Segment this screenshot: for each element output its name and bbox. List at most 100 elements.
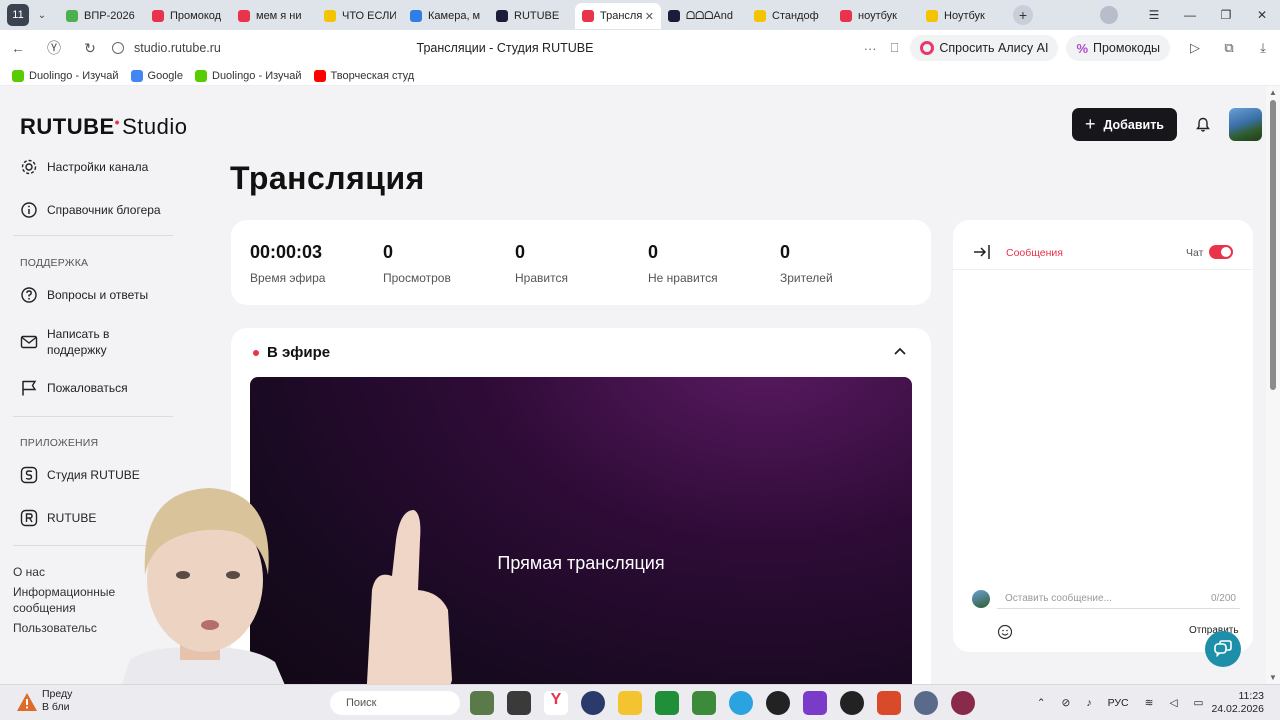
tab-title: Трансля [600, 10, 642, 22]
bell-icon[interactable] [1195, 117, 1211, 133]
close-window-button[interactable]: ✕ [1244, 8, 1280, 22]
browser-tab[interactable]: Камера, м [403, 3, 489, 29]
sidebar-item-faq[interactable]: Вопросы и ответы [0, 284, 190, 306]
taskbar-app-minecraft-icon[interactable] [692, 691, 716, 715]
site-info-icon[interactable] [112, 42, 124, 54]
alice-button[interactable]: Спросить Алису AI [910, 35, 1059, 61]
video-player[interactable]: Прямая трансляция [250, 377, 912, 684]
tray-volume-icon[interactable]: ◁ [1169, 697, 1177, 709]
tray-clock[interactable]: 11:23 24.02.2026 [1211, 690, 1264, 716]
browser-tab[interactable]: Ноутбук [919, 3, 1005, 29]
tray-wifi-icon[interactable]: ≋ [1145, 697, 1154, 709]
sidebar-item-rutube-app[interactable]: RUTUBE [0, 507, 190, 529]
weather-line-2: В бли [42, 701, 70, 713]
taskbar-search[interactable]: Поиск [330, 691, 460, 715]
avatar[interactable] [1229, 108, 1262, 141]
scroll-up-icon[interactable]: ▲ [1269, 88, 1277, 97]
back-button[interactable]: ← [0, 40, 36, 56]
chevron-down-icon[interactable]: ⌄ [33, 10, 51, 21]
chevron-up-icon[interactable] [893, 344, 907, 358]
sidebar: Настройки канала Справочник блогера ПОДД… [0, 156, 190, 636]
taskbar-app-yandex-icon[interactable]: Y [544, 691, 568, 715]
restore-button[interactable]: ❐ [1208, 8, 1244, 22]
sidebar-item-blogger-guide[interactable]: Справочник блогера [0, 199, 190, 221]
page-scrollbar[interactable]: ▲ ▼ [1266, 86, 1280, 684]
sidebar-item-studio-app[interactable]: Студия RUTUBE [0, 464, 190, 486]
reload-button[interactable]: ↻ [72, 40, 108, 57]
taskbar-app-editor-icon[interactable] [803, 691, 827, 715]
taskbar-app-alien-icon[interactable] [766, 691, 790, 715]
window-controls: ☰ — ❐ ✕ [1100, 0, 1280, 30]
browser-tab[interactable]: ЧТО ЕСЛИ [317, 3, 403, 29]
browser-tab[interactable]: ВПР-2026 [59, 3, 145, 29]
menu-icon[interactable]: ☰ [1136, 8, 1172, 22]
weather-warning-icon[interactable] [16, 691, 38, 713]
url-field[interactable]: studio.rutube.ru [112, 41, 382, 55]
browser-tab[interactable]: ноутбук [833, 3, 919, 29]
bookmark-icon[interactable]: ⎕ [891, 40, 899, 56]
download-icon[interactable]: ⤓ [1246, 40, 1280, 56]
sidebar-item-channel-settings[interactable]: Настройки канала [0, 156, 190, 178]
more-icon[interactable]: ··· [864, 41, 877, 56]
browser-tab[interactable]: мем я ни [231, 3, 317, 29]
rutube-studio-logo[interactable]: RUTUBE•Studio [20, 114, 187, 140]
taskbar-app-window-icon[interactable] [507, 691, 531, 715]
collapse-chat-icon[interactable] [973, 244, 991, 260]
tray-language[interactable]: РУС [1108, 697, 1129, 709]
tab-messages[interactable]: Сообщения [1006, 247, 1063, 259]
sidebar-item-contact-support[interactable]: Написать в поддержку [0, 324, 190, 360]
emoji-icon[interactable] [997, 624, 1013, 640]
taskbar-app-xbox-icon[interactable] [655, 691, 679, 715]
sidebar-item-report[interactable]: Пожаловаться [0, 377, 190, 399]
chat-toggle[interactable] [1209, 245, 1233, 259]
chat-toggle-label: Чат [1186, 247, 1204, 259]
sidebar-item-label: Студия RUTUBE [47, 468, 140, 482]
bookmark-item[interactable]: Duolingo - Изучай [12, 69, 119, 82]
taskbar-app-settings-icon[interactable] [914, 691, 938, 715]
tray-battery-icon[interactable]: ▭ [1194, 697, 1204, 709]
new-tab-button[interactable]: + [1013, 5, 1033, 25]
live-header: В эфире [253, 344, 330, 361]
taskbar-app-powerpoint-icon[interactable] [877, 691, 901, 715]
support-chat-button[interactable] [1205, 631, 1241, 667]
browser-tab[interactable]: Стандоф [747, 3, 833, 29]
tray-expand-icon[interactable]: ⌃ [1037, 697, 1046, 709]
minimize-button[interactable]: — [1172, 8, 1208, 22]
add-button[interactable]: + Добавить [1071, 108, 1177, 141]
tab-title: ᗝᗝᗝAnd [686, 9, 733, 22]
scrollbar-thumb[interactable] [1270, 100, 1276, 390]
browser-tab[interactable]: ᗝᗝᗝAnd [661, 3, 747, 29]
browser-tab[interactable]: Промокод [145, 3, 231, 29]
footer-link-info[interactable]: Информационные сообщения [0, 584, 120, 616]
scroll-down-icon[interactable]: ▼ [1269, 673, 1277, 682]
media-icon[interactable]: ▷ [1178, 40, 1212, 56]
taskbar-app-obs-icon[interactable] [951, 691, 975, 715]
info-icon [21, 202, 37, 218]
weather-text[interactable]: Преду В бли [42, 688, 72, 714]
mail-icon [20, 335, 38, 349]
browser-tab-active[interactable]: Трансля ✕ [575, 3, 661, 29]
tray-network-off-icon[interactable]: ⊘ [1062, 697, 1071, 709]
chat-message-input[interactable]: Оставить сообщение... 0/200 [997, 585, 1240, 609]
bookmark-item[interactable]: Duolingo - Изучай [195, 69, 302, 82]
tray-mic-icon[interactable]: ♪ [1086, 697, 1091, 709]
taskbar-app-game-icon[interactable] [470, 691, 494, 715]
taskbar-app-folder-icon[interactable] [618, 691, 642, 715]
bookmark-item[interactable]: Творческая студ [313, 69, 414, 82]
footer-link-terms[interactable]: Пользовательс [0, 620, 190, 636]
sidebar-section-support: ПОДДЕРЖКА [20, 257, 89, 269]
browser-tab[interactable]: RUTUBE [489, 3, 575, 29]
bookmark-item[interactable]: Google [130, 69, 183, 82]
taskbar-app-player-icon[interactable] [840, 691, 864, 715]
workspace-icon[interactable]: 11 [7, 4, 29, 26]
footer-link-about[interactable]: О нас [0, 564, 190, 580]
rutube-app-icon [20, 509, 38, 527]
promo-button[interactable]: % Промокоды [1066, 35, 1170, 61]
yandex-home-button[interactable]: Ⓨ [36, 38, 72, 58]
taskbar-app-telegram-icon[interactable] [729, 691, 753, 715]
tab-close-icon[interactable]: ✕ [645, 10, 654, 23]
taskbar-app-vpn-icon[interactable] [581, 691, 605, 715]
extensions-icon[interactable]: ⧉ [1212, 40, 1246, 56]
clock-date: 24.02.2026 [1211, 703, 1264, 715]
profile-icon[interactable] [1100, 6, 1118, 24]
